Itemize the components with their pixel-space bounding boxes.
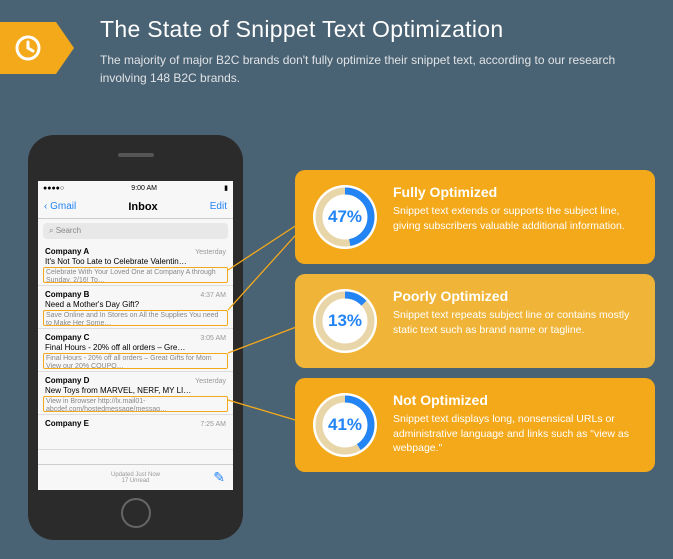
email-subject: New Toys from MARVEL, NERF, MY LI… xyxy=(45,386,226,395)
page-subtitle: The majority of major B2C brands don't f… xyxy=(100,51,643,87)
card-not-optimized: 41% Not Optimized Snippet text displays … xyxy=(295,378,655,472)
email-snippet: Save Online and In Stores on All the Sup… xyxy=(43,310,228,326)
email-sender: Company B xyxy=(45,290,89,299)
edit-button[interactable]: Edit xyxy=(210,201,227,212)
card-desc: Snippet text extends or supports the sub… xyxy=(393,204,637,233)
pct-value: 13% xyxy=(328,311,362,331)
status-bar: ●●●●○ 9:00 AM ▮ xyxy=(38,181,233,195)
pct-value: 47% xyxy=(328,207,362,227)
card-poorly-optimized: 13% Poorly Optimized Snippet text repeat… xyxy=(295,274,655,368)
battery-icon: ▮ xyxy=(224,184,228,192)
email-time: Yesterday xyxy=(195,249,226,256)
email-row[interactable]: Company C3:05 AMFinal Hours - 20% off al… xyxy=(38,329,233,372)
email-list: Company AYesterdayIt's Not Too Late to C… xyxy=(38,243,233,450)
email-sender: Company C xyxy=(45,333,89,342)
unread-count: 17 Unread xyxy=(121,478,149,484)
nav-bar: ‹ Gmail Inbox Edit xyxy=(38,195,233,219)
card-desc: Snippet text repeats subject line or con… xyxy=(393,308,637,337)
email-row[interactable]: Company D YesterdayNew Toys from MARVEL, … xyxy=(38,372,233,415)
stat-cards: 47% Fully Optimized Snippet text extends… xyxy=(295,170,655,482)
inbox-footer: Updated Just Now 17 Unread ✎ xyxy=(38,464,233,490)
page-title: The State of Snippet Text Optimization xyxy=(100,16,643,43)
email-time: 3:05 AM xyxy=(200,335,226,342)
status-time: 9:00 AM xyxy=(131,185,157,192)
email-subject: Need a Mother's Day Gift? xyxy=(45,300,226,309)
email-sender: Company A xyxy=(45,247,89,256)
email-time: Yesterday xyxy=(195,378,226,385)
compose-icon[interactable]: ✎ xyxy=(213,469,225,486)
email-row[interactable]: Company A YesterdayIt's Not Too Late to C… xyxy=(38,243,233,286)
pct-badge: 41% xyxy=(313,393,377,457)
header-ribbon xyxy=(0,22,56,74)
email-time: 7:25 AM xyxy=(200,421,226,428)
email-subject: It's Not Too Late to Celebrate Valentin… xyxy=(45,257,226,266)
email-snippet xyxy=(45,430,226,446)
email-time: 4:37 AM xyxy=(200,292,226,299)
card-title: Not Optimized xyxy=(393,392,637,408)
email-snippet: View in Browser http://lx.mail01-abcdef.… xyxy=(43,396,228,412)
card-desc: Snippet text displays long, nonsensical … xyxy=(393,412,637,456)
email-snippet: Final Hours - 20% off all orders – Great… xyxy=(43,353,228,369)
back-button[interactable]: ‹ Gmail xyxy=(44,201,76,212)
card-title: Poorly Optimized xyxy=(393,288,637,304)
clock-icon xyxy=(0,22,56,74)
header: The State of Snippet Text Optimization T… xyxy=(0,0,673,87)
email-sender: Company D xyxy=(45,376,89,385)
search-input[interactable]: ⌕ Search xyxy=(43,223,228,239)
email-sender: Company E xyxy=(45,419,89,428)
pct-badge: 13% xyxy=(313,289,377,353)
card-title: Fully Optimized xyxy=(393,184,637,200)
card-fully-optimized: 47% Fully Optimized Snippet text extends… xyxy=(295,170,655,264)
email-subject: Final Hours - 20% off all orders – Gre… xyxy=(45,343,226,352)
email-row[interactable]: Company E 7:25 AM xyxy=(38,415,233,450)
email-snippet: Celebrate With Your Loved One at Company… xyxy=(43,267,228,283)
nav-title: Inbox xyxy=(128,201,157,213)
phone-mockup: ●●●●○ 9:00 AM ▮ ‹ Gmail Inbox Edit ⌕ Sea… xyxy=(28,135,243,540)
email-row[interactable]: Company B 4:37 AMNeed a Mother's Day Gift… xyxy=(38,286,233,329)
phone-screen: ●●●●○ 9:00 AM ▮ ‹ Gmail Inbox Edit ⌕ Sea… xyxy=(38,181,233,490)
pct-badge: 47% xyxy=(313,185,377,249)
pct-value: 41% xyxy=(328,415,362,435)
signal-indicator: ●●●●○ xyxy=(43,185,64,192)
